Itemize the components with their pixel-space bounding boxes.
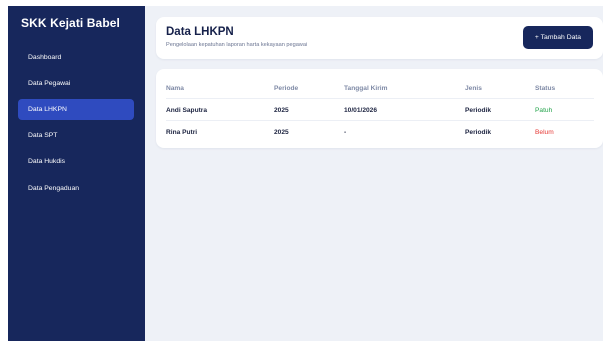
cell-nama: Andi Saputra: [166, 106, 208, 114]
sidebar-item-data-spt[interactable]: Data SPT: [18, 125, 134, 146]
sidebar-item-dashboard[interactable]: Dashboard: [18, 47, 134, 68]
app-window: SKK Kejati Babel Dashboard Data Pegawai …: [8, 6, 603, 341]
brand-title: SKK Kejati Babel: [21, 16, 120, 30]
cell-jenis: Periodik: [465, 128, 492, 136]
table-header-row: Nama Periode Tanggal Kirim Jenis Status: [166, 77, 594, 99]
column-header-periode[interactable]: Periode: [274, 77, 298, 99]
add-data-button[interactable]: + Tambah Data: [523, 26, 593, 49]
sidebar-item-data-pengaduan[interactable]: Data Pengaduan: [18, 178, 134, 199]
sidebar-item-label: Dashboard: [28, 54, 62, 61]
table-row[interactable]: Rina Putri 2025 - Periodik Belum: [166, 121, 594, 143]
page-title: Data LHKPN: [166, 26, 234, 38]
sidebar-item-label: Data LHKPN: [28, 106, 67, 113]
cell-periode: 2025: [274, 106, 289, 114]
cell-tanggal-kirim: 10/01/2026: [344, 106, 378, 114]
sidebar-item-label: Data SPT: [28, 132, 58, 139]
sidebar-item-data-hukdis[interactable]: Data Hukdis: [18, 151, 134, 172]
table-row[interactable]: Andi Saputra 2025 10/01/2026 Periodik Pa…: [166, 99, 594, 121]
cell-nama: Rina Putri: [166, 128, 198, 136]
sidebar: SKK Kejati Babel Dashboard Data Pegawai …: [8, 6, 145, 341]
column-header-nama[interactable]: Nama: [166, 77, 184, 99]
sidebar-item-data-pegawai[interactable]: Data Pegawai: [18, 73, 134, 94]
main-content: Data LHKPN Pengelolaan kepatuhan laporan…: [145, 6, 603, 341]
sidebar-item-label: Data Pengaduan: [28, 185, 80, 192]
sidebar-item-label: Data Hukdis: [28, 158, 66, 165]
page-header-card: Data LHKPN Pengelolaan kepatuhan laporan…: [156, 17, 603, 59]
lhkpn-table: Nama Periode Tanggal Kirim Jenis Status …: [156, 69, 603, 148]
cell-jenis: Periodik: [465, 106, 492, 114]
cell-tanggal-kirim: -: [344, 128, 347, 136]
page-subtitle: Pengelolaan kepatuhan laporan harta keka…: [166, 42, 308, 48]
status-badge: Patuh: [535, 106, 553, 114]
column-header-status[interactable]: Status: [535, 77, 555, 99]
column-header-tanggal-kirim[interactable]: Tanggal Kirim: [344, 77, 387, 99]
sidebar-item-label: Data Pegawai: [28, 80, 71, 87]
sidebar-item-data-lhkpn[interactable]: Data LHKPN: [18, 99, 134, 120]
cell-periode: 2025: [274, 128, 289, 136]
column-header-jenis[interactable]: Jenis: [465, 77, 482, 99]
status-badge: Belum: [535, 128, 554, 136]
